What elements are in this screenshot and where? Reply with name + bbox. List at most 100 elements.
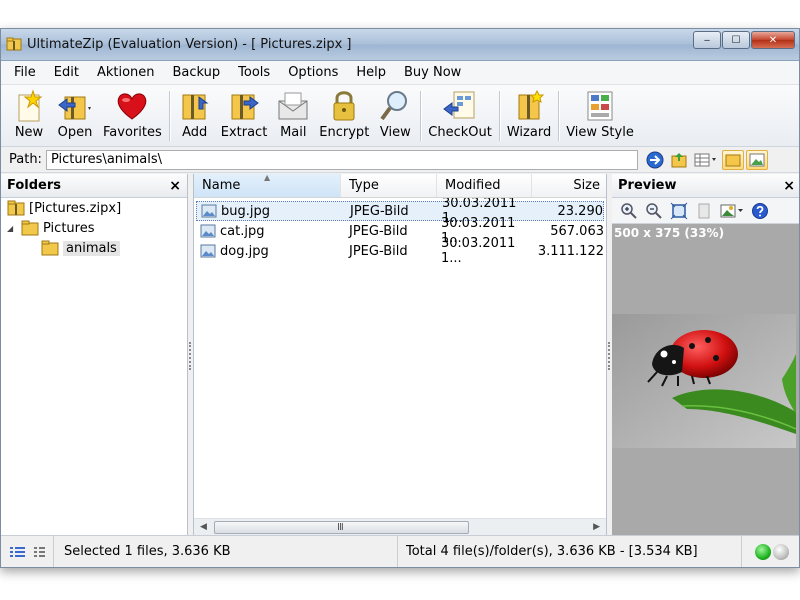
toolbar-separator — [420, 91, 422, 141]
file-size: 23.290 — [557, 203, 604, 219]
path-bar: Path: — [1, 147, 799, 173]
tree-item-pictures[interactable]: ◢ Pictures — [1, 218, 187, 238]
encrypt-button[interactable]: Encrypt — [315, 89, 373, 145]
help-button[interactable] — [749, 201, 771, 221]
folders-header: Folders × — [1, 174, 187, 198]
splitter-grip — [608, 342, 610, 370]
menu-options[interactable]: Options — [279, 65, 347, 80]
green-status-light-icon — [754, 543, 771, 560]
image-file-icon — [201, 204, 217, 218]
file-name: bug.jpg — [221, 203, 270, 219]
scroll-left-arrow[interactable]: ◀ — [200, 522, 207, 532]
file-type: JPEG-Bild — [349, 243, 408, 259]
horizontal-scrollbar[interactable]: ◀ III ▶ — [194, 518, 606, 536]
preview-title: Preview — [618, 178, 677, 193]
title-bar[interactable]: UltimateZip (Evaluation Version) - [ Pic… — [1, 29, 799, 61]
encrypt-label: Encrypt — [319, 125, 370, 140]
extract-icon — [231, 94, 259, 120]
folders-close-button[interactable]: × — [169, 178, 181, 194]
file-row[interactable]: dog.jpg JPEG-Bild 30.03.2011 1... 3.111.… — [196, 236, 604, 266]
minimize-button[interactable]: ‒ — [693, 31, 721, 49]
image-options-dropdown[interactable] — [718, 201, 746, 221]
actual-size-button[interactable] — [693, 201, 715, 221]
splitter-grip — [189, 342, 191, 370]
extract-button[interactable]: Extract — [217, 89, 272, 145]
checkout-button[interactable]: CheckOut — [424, 89, 496, 145]
menu-edit[interactable]: Edit — [45, 65, 88, 80]
zip-archive-icon — [7, 200, 25, 216]
go-button[interactable] — [644, 150, 666, 170]
folders-pane: Folders × [Pictures.zipx] ◢ Pictures ani… — [1, 174, 188, 536]
menu-aktionen[interactable]: Aktionen — [88, 65, 164, 80]
status-selected: Selected 1 files, 3.636 KB — [53, 536, 397, 567]
scroll-thumb[interactable]: III — [214, 521, 469, 534]
tree-item-label: animals — [63, 240, 120, 256]
ladybug-preview-image[interactable] — [612, 314, 796, 448]
view-mode-dropdown[interactable] — [692, 150, 720, 170]
checkout-icon — [443, 91, 475, 119]
scroll-right-arrow[interactable]: ▶ — [593, 522, 600, 532]
status-total: Total 4 file(s)/folder(s), 3.636 KB - [3… — [397, 536, 741, 567]
details-view-icon[interactable] — [9, 545, 27, 559]
path-input[interactable] — [45, 149, 638, 170]
add-button[interactable]: Add — [173, 89, 217, 145]
menu-backup[interactable]: Backup — [164, 65, 230, 80]
go-arrow-icon — [646, 151, 664, 168]
open-icon — [58, 96, 91, 120]
file-row[interactable]: cat.jpg JPEG-Bild 30.03.2011 1... 567.06… — [196, 216, 604, 246]
close-button[interactable]: ✕ — [751, 31, 795, 49]
new-button[interactable]: New — [7, 89, 51, 145]
mail-icon — [278, 92, 308, 120]
zoom-in-button[interactable] — [618, 201, 640, 221]
folders-pane-toggle[interactable] — [721, 149, 744, 170]
file-name: dog.jpg — [220, 243, 269, 259]
view-button[interactable]: View — [373, 89, 417, 145]
menu-buy-now[interactable]: Buy Now — [395, 65, 470, 80]
wizard-icon — [518, 89, 545, 120]
menu-file[interactable]: File — [5, 65, 45, 80]
folders-title: Folders — [7, 178, 62, 193]
zoom-out-button[interactable] — [643, 201, 665, 221]
view-style-icon — [587, 91, 613, 121]
open-label: Open — [57, 125, 93, 140]
tree-item-animals[interactable]: animals — [1, 238, 187, 258]
view-style-button[interactable]: View Style — [562, 89, 638, 145]
folder-up-button[interactable] — [668, 150, 690, 170]
add-icon — [182, 94, 209, 120]
preview-close-button[interactable]: × — [783, 178, 795, 194]
fit-to-window-button[interactable] — [668, 201, 690, 221]
mail-label: Mail — [280, 125, 307, 140]
toolbar: New Open Favorites Add Extract Mail Encr… — [1, 85, 799, 147]
file-name: cat.jpg — [220, 223, 265, 239]
folder-up-icon — [671, 152, 687, 167]
zoom-in-icon — [621, 202, 637, 219]
menu-help[interactable]: Help — [347, 65, 395, 80]
maximize-button[interactable]: ☐ — [722, 31, 750, 49]
open-button[interactable]: Open — [51, 89, 99, 145]
checkout-label: CheckOut — [428, 125, 492, 140]
file-size: 3.111.122 — [537, 243, 604, 259]
column-modified[interactable]: Modified — [437, 174, 532, 197]
actual-size-icon — [698, 203, 710, 218]
mail-button[interactable]: Mail — [271, 89, 315, 145]
tree-item-archive[interactable]: [Pictures.zipx] — [1, 198, 187, 218]
column-type[interactable]: Type — [341, 174, 437, 197]
grid-view-icon — [694, 153, 716, 166]
view-label: View — [379, 125, 411, 140]
wizard-label: Wizard — [506, 125, 552, 140]
file-row[interactable]: bug.jpg JPEG-Bild 30.03.2011 1... 23.290 — [196, 196, 604, 226]
preview-pane-toggle[interactable] — [745, 149, 768, 170]
menu-tools[interactable]: Tools — [229, 65, 279, 80]
file-name-cell: cat.jpg — [196, 224, 341, 239]
file-type: JPEG-Bild — [350, 203, 409, 219]
view-style-label: View Style — [566, 125, 634, 140]
favorites-label: Favorites — [103, 125, 162, 140]
column-size[interactable]: Size — [532, 174, 606, 197]
preview-header: Preview × — [612, 174, 799, 198]
app-window: UltimateZip (Evaluation Version) - [ Pic… — [0, 28, 800, 568]
wizard-button[interactable]: Wizard — [503, 89, 555, 145]
list-view-icon[interactable] — [33, 545, 51, 559]
magnifier-icon — [380, 91, 408, 121]
tree-expand-icon[interactable]: ◢ — [7, 224, 21, 233]
favorites-button[interactable]: Favorites — [99, 89, 166, 145]
